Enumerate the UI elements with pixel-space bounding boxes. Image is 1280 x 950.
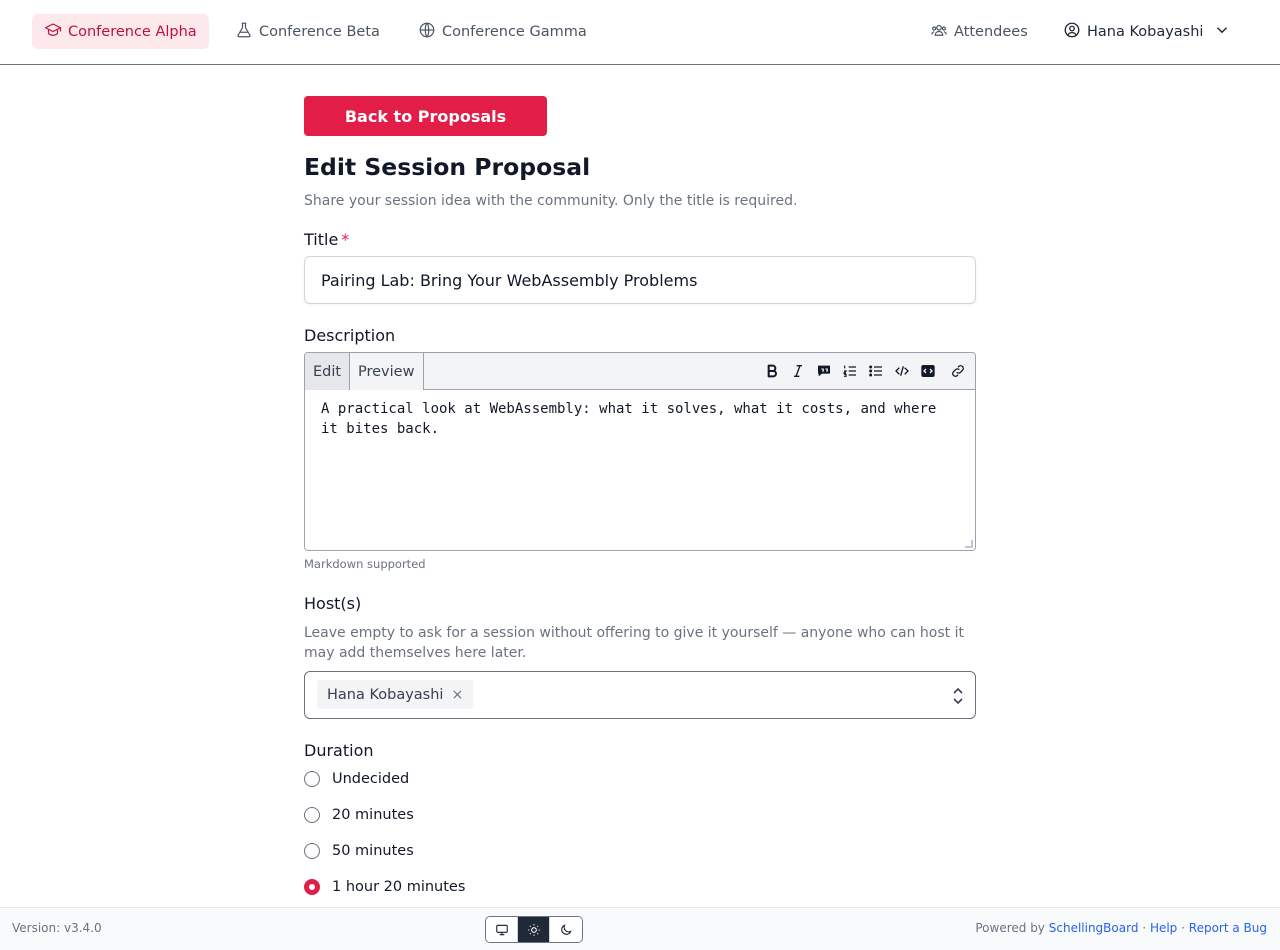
nav-label: Conference Beta bbox=[259, 23, 380, 40]
radio-button[interactable] bbox=[304, 807, 320, 823]
radio-label: 1 hour 20 minutes bbox=[332, 879, 466, 895]
radio-button-selected[interactable] bbox=[304, 879, 320, 895]
help-link[interactable]: Help bbox=[1150, 921, 1177, 935]
brand-link[interactable]: SchellingBoard bbox=[1049, 921, 1139, 935]
nav-conference-gamma[interactable]: Conference Gamma bbox=[406, 14, 599, 49]
radio-label: 50 minutes bbox=[332, 843, 414, 859]
sun-icon[interactable] bbox=[518, 917, 550, 942]
description-label: Description bbox=[304, 326, 396, 345]
radio-label: 20 minutes bbox=[332, 807, 414, 823]
required-marker: * bbox=[341, 230, 350, 249]
hosts-multiselect[interactable]: Hana Kobayashi × bbox=[304, 671, 976, 719]
page-title: Edit Session Proposal bbox=[304, 153, 591, 181]
nav-label: Conference Gamma bbox=[442, 23, 587, 40]
moon-icon[interactable] bbox=[550, 917, 582, 942]
host-chip: Hana Kobayashi × bbox=[317, 680, 474, 709]
code-block-icon[interactable] bbox=[919, 362, 937, 380]
nav-label: Attendees bbox=[954, 23, 1028, 40]
user-menu[interactable]: Hana Kobayashi bbox=[1051, 14, 1243, 49]
duration-option-undecided[interactable]: Undecided bbox=[304, 768, 409, 790]
footer: Version: v3.4.0 Powered by SchellingBoar… bbox=[0, 907, 1280, 950]
link-icon[interactable] bbox=[949, 362, 967, 380]
user-name: Hana Kobayashi bbox=[1087, 23, 1204, 40]
duration-option-20-minutes[interactable]: 20 minutes bbox=[304, 804, 414, 826]
separator: · bbox=[1181, 921, 1185, 935]
nav-conference-beta[interactable]: Conference Beta bbox=[223, 14, 392, 49]
system-monitor-icon[interactable] bbox=[486, 917, 518, 942]
duration-option-50-minutes[interactable]: 50 minutes bbox=[304, 840, 414, 862]
radio-button[interactable] bbox=[304, 843, 320, 859]
title-label-text: Title bbox=[304, 230, 339, 249]
hosts-help-text: Leave empty to ask for a session without… bbox=[304, 625, 964, 661]
resize-handle[interactable] bbox=[965, 540, 973, 548]
nav-attendees[interactable]: Attendees bbox=[918, 14, 1040, 49]
top-nav: Conference Alpha Conference Beta Confere… bbox=[0, 0, 1280, 65]
report-bug-link[interactable]: Report a Bug bbox=[1189, 921, 1267, 935]
footer-links: Powered by SchellingBoard · Help · Repor… bbox=[975, 921, 1267, 935]
chevron-down-icon bbox=[1213, 21, 1231, 43]
description-textarea[interactable]: A practical look at WebAssembly: what it… bbox=[305, 390, 975, 550]
quote-icon[interactable] bbox=[815, 362, 833, 380]
chevron-up-down-icon bbox=[951, 686, 965, 706]
nav-label: Conference Alpha bbox=[68, 23, 197, 40]
italic-icon[interactable] bbox=[789, 362, 807, 380]
title-label: Title * bbox=[304, 230, 349, 249]
editor-toolbar: Edit Preview bbox=[305, 353, 975, 390]
duration-label: Duration bbox=[304, 741, 374, 760]
code-icon[interactable] bbox=[893, 362, 911, 380]
hosts-label: Host(s) bbox=[304, 594, 362, 613]
unordered-list-icon[interactable] bbox=[867, 362, 885, 380]
close-icon[interactable]: × bbox=[451, 687, 463, 703]
title-input[interactable] bbox=[304, 256, 976, 304]
user-circle-icon bbox=[1063, 21, 1081, 43]
separator: · bbox=[1142, 921, 1147, 935]
tab-preview[interactable]: Preview bbox=[350, 353, 424, 390]
powered-by-text: Powered by bbox=[975, 921, 1045, 935]
nav-conference-alpha[interactable]: Conference Alpha bbox=[32, 14, 209, 49]
ordered-list-icon[interactable] bbox=[841, 362, 859, 380]
globe-icon bbox=[418, 21, 436, 43]
version-text: Version: v3.4.0 bbox=[12, 921, 102, 935]
markdown-hint: Markdown supported bbox=[304, 557, 426, 571]
theme-switcher bbox=[485, 916, 583, 943]
radio-label: Undecided bbox=[332, 771, 410, 787]
back-to-proposals-button[interactable]: Back to Proposals bbox=[304, 96, 547, 136]
bold-icon[interactable] bbox=[763, 362, 781, 380]
markdown-editor: Edit Preview A practical look at WebAsse… bbox=[304, 352, 976, 551]
users-icon bbox=[930, 21, 948, 43]
tab-edit[interactable]: Edit bbox=[305, 353, 350, 390]
flask-icon bbox=[235, 21, 253, 43]
host-name: Hana Kobayashi bbox=[327, 686, 444, 703]
page-subtitle: Share your session idea with the communi… bbox=[304, 193, 798, 209]
radio-button[interactable] bbox=[304, 771, 320, 787]
duration-option-1-hour-20-minutes[interactable]: 1 hour 20 minutes bbox=[304, 876, 465, 898]
graduation-cap-icon bbox=[44, 21, 62, 43]
